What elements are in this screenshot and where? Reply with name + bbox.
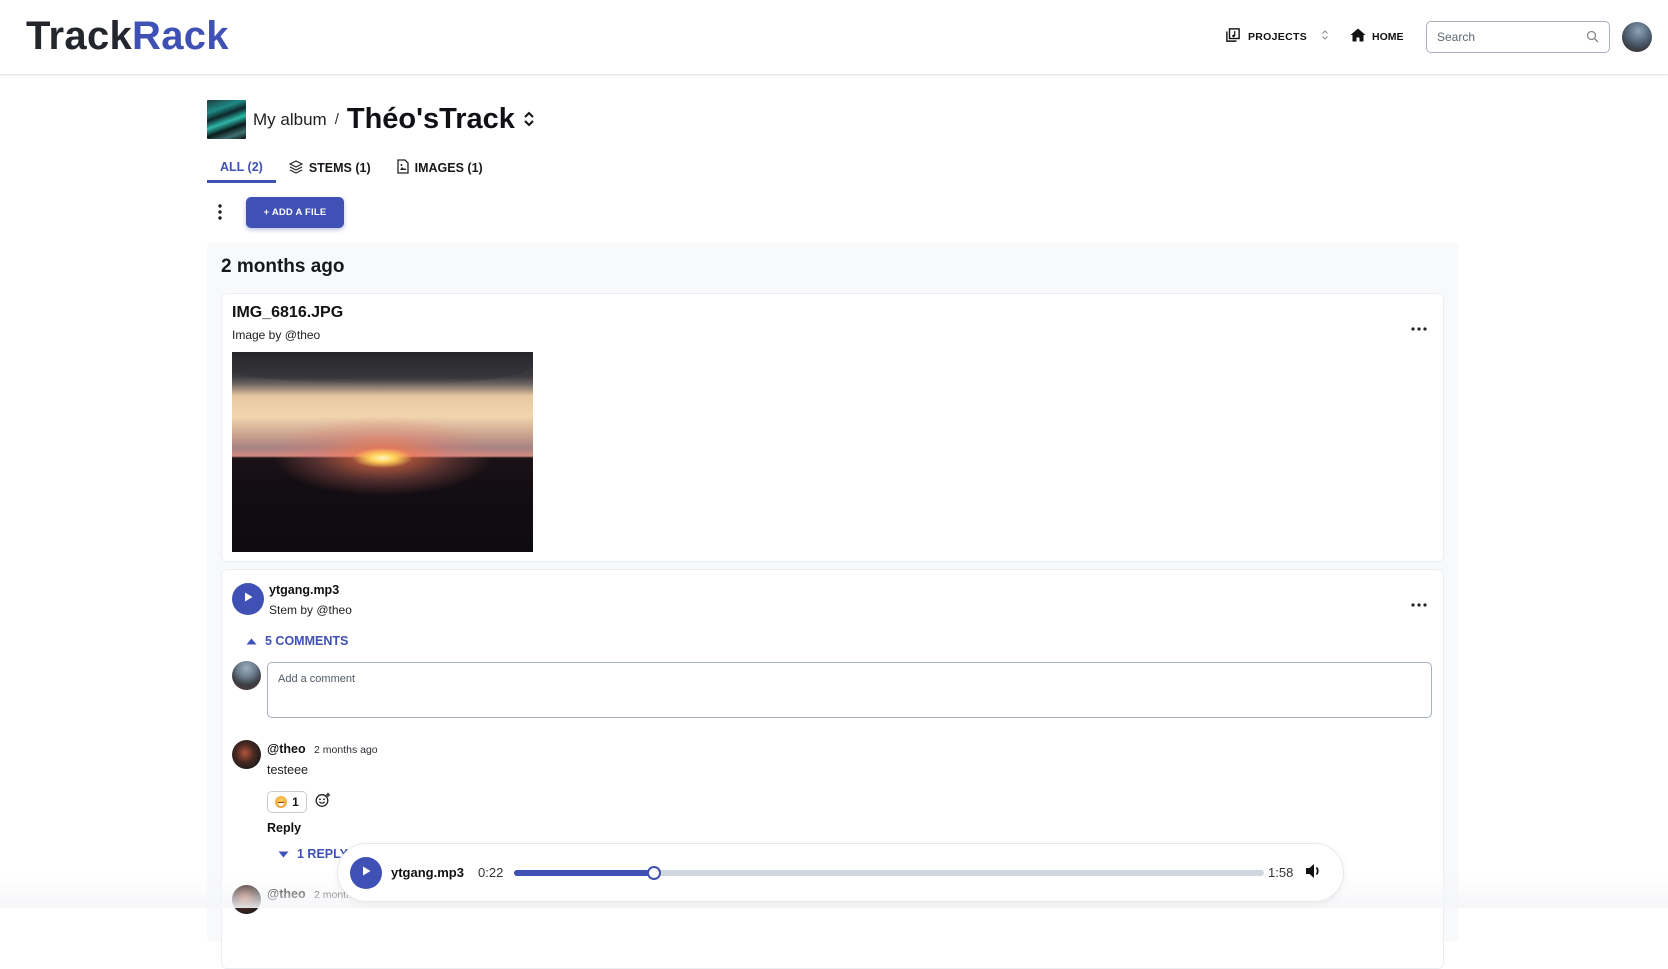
- comment-timestamp: 2 months ago: [314, 744, 378, 756]
- tab-stems-label: STEMS (1): [308, 161, 371, 175]
- tab-all-label: ALL (2): [220, 159, 263, 174]
- nav-projects-label: PROJECTS: [1248, 30, 1307, 43]
- stem-play-button[interactable]: [232, 583, 264, 615]
- reaction-chip[interactable]: 1: [267, 791, 307, 813]
- layers-icon: [288, 159, 304, 177]
- image-file-card: IMG_6816.JPG Image by @theo: [221, 293, 1444, 562]
- current-user-avatar: [232, 661, 261, 690]
- player-seek-handle[interactable]: [646, 866, 661, 880]
- comments-toggle[interactable]: 5 COMMENTS: [246, 634, 348, 648]
- user-avatar[interactable]: [1622, 22, 1652, 52]
- caret-down-icon: [278, 847, 289, 861]
- player-current-time: 0:22: [478, 865, 504, 880]
- file-name[interactable]: ytgang.mp3: [269, 583, 339, 597]
- file-subtitle: Image by @theo: [232, 328, 321, 342]
- player-play-button[interactable]: [350, 857, 382, 889]
- reaction-count: 1: [292, 795, 299, 809]
- search-input[interactable]: [1437, 30, 1587, 44]
- music-library-icon: [1226, 28, 1240, 45]
- comment-author-avatar[interactable]: [232, 740, 261, 769]
- page-title: Théo'sTrack: [346, 103, 515, 135]
- caret-up-icon: [246, 634, 257, 648]
- comment-author[interactable]: @theo: [267, 887, 306, 901]
- comment-author[interactable]: @theo: [267, 742, 306, 756]
- logo-text-rack: Rack: [132, 14, 229, 58]
- more-options-icon[interactable]: [1411, 318, 1427, 336]
- audio-player: ytgang.mp3 0:22 1:58: [337, 843, 1344, 902]
- image-preview-sunset[interactable]: [232, 352, 533, 552]
- comment-text: testeee: [267, 763, 309, 777]
- logo[interactable]: TrackRack: [26, 14, 229, 59]
- nav-projects[interactable]: PROJECTS: [1226, 28, 1329, 45]
- image-file-icon: [396, 159, 409, 177]
- search-icon[interactable]: [1586, 30, 1599, 48]
- replies-toggle[interactable]: 1 REPLY: [278, 847, 348, 861]
- breadcrumb-separator: /: [334, 111, 339, 128]
- top-header: TrackRack PROJECTS HOME: [0, 0, 1668, 75]
- play-icon: [242, 590, 254, 608]
- nav-home-label: HOME: [1372, 30, 1404, 43]
- file-subtitle: Stem by @theo: [269, 603, 352, 617]
- group-date-heading: 2 months ago: [221, 256, 345, 277]
- track-switcher-chevron-icon[interactable]: [523, 110, 535, 133]
- comments-count-label: 5 COMMENTS: [265, 634, 349, 648]
- more-options-vertical-icon[interactable]: [218, 204, 222, 225]
- file-name[interactable]: IMG_6816.JPG: [232, 304, 343, 322]
- tab-images-label: IMAGES (1): [414, 161, 483, 175]
- comment-input[interactable]: [278, 673, 1421, 709]
- add-reaction-icon[interactable]: [315, 792, 331, 813]
- nav-home[interactable]: HOME: [1350, 28, 1404, 45]
- breadcrumb: My album / Théo'sTrack: [207, 100, 535, 139]
- photo-cloud-layer: [232, 352, 533, 384]
- logo-text-track: Track: [26, 14, 133, 58]
- player-progress-fill: [514, 870, 654, 876]
- search-field[interactable]: [1426, 21, 1610, 53]
- play-icon: [360, 864, 372, 882]
- stem-file-card: ytgang.mp3 Stem by @theo 5 COMMENTS @the…: [221, 569, 1444, 969]
- tab-stems[interactable]: STEMS (1): [276, 155, 384, 181]
- home-icon: [1350, 28, 1366, 45]
- file-tabs: ALL (2) STEMS (1) IMAGES (1): [207, 155, 496, 183]
- volume-icon[interactable]: [1305, 863, 1323, 884]
- add-file-button[interactable]: + ADD A FILE: [246, 197, 344, 228]
- comment-box[interactable]: [267, 662, 1432, 718]
- more-options-icon[interactable]: [1411, 594, 1427, 612]
- player-seek-bar[interactable]: [514, 866, 1264, 880]
- chevron-up-down-icon: [1321, 29, 1329, 44]
- files-group: 2 months ago IMG_6816.JPG Image by @theo…: [207, 242, 1458, 969]
- tab-all[interactable]: ALL (2): [207, 155, 276, 183]
- tab-images[interactable]: IMAGES (1): [384, 155, 496, 181]
- reply-button[interactable]: Reply: [267, 821, 301, 835]
- player-duration: 1:58: [1268, 865, 1294, 880]
- album-cover-thumbnail: [207, 100, 246, 139]
- player-track-name: ytgang.mp3: [391, 865, 464, 880]
- breadcrumb-album-link[interactable]: My album: [253, 110, 327, 130]
- comment-author-avatar[interactable]: [232, 885, 261, 914]
- grinning-emoji-icon: [275, 796, 288, 808]
